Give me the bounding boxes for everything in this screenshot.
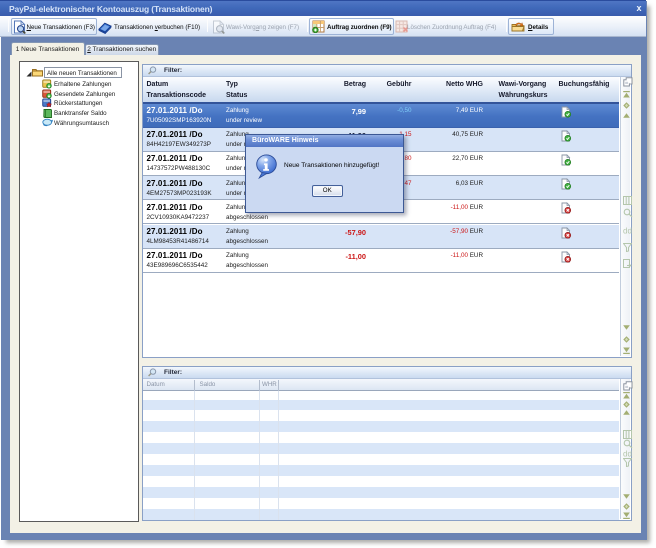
svg-text:dd: dd bbox=[623, 226, 632, 235]
svg-text:dd: dd bbox=[623, 450, 632, 459]
